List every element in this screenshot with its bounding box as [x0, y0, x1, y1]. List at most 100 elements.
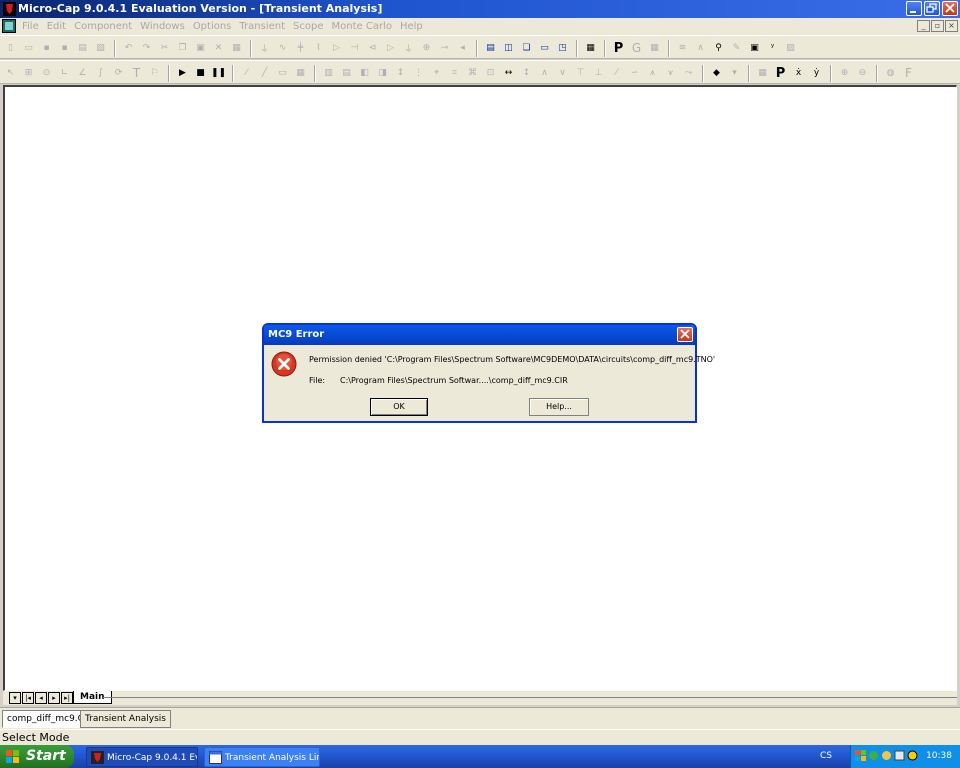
window-split-icon[interactable]: ◳ — [554, 40, 571, 57]
slope-icon[interactable]: ⁄ — [608, 65, 625, 82]
bus-mode-icon[interactable]: ∟ — [56, 65, 73, 82]
scale-icon[interactable]: ⁄ — [238, 65, 255, 82]
mdi-minimize-button[interactable]: _ — [917, 20, 930, 32]
cursor-icon[interactable]: ↕ — [392, 65, 409, 82]
zoom-box-icon[interactable]: ▨ — [782, 40, 799, 57]
globe-icon[interactable]: ◍ — [882, 65, 899, 82]
rows-icon[interactable]: ▤ — [338, 65, 355, 82]
mdi-restore-button[interactable]: ▫ — [931, 20, 944, 32]
p-mode-button[interactable]: P — [772, 65, 789, 82]
stop-icon[interactable]: ■ — [192, 65, 209, 82]
high-tag-icon[interactable]: ⊤ — [572, 65, 589, 82]
dropdown-arrow-icon[interactable]: ▾ — [726, 65, 743, 82]
xy-icon[interactable]: ʸ — [764, 40, 781, 57]
paste-icon[interactable]: ▣ — [192, 40, 209, 57]
start-button[interactable]: Start — [0, 745, 74, 768]
peak-tag-icon[interactable]: ∧ — [536, 65, 553, 82]
prev-sheet-button[interactable]: ◂ — [35, 692, 47, 704]
columns-icon[interactable]: ▥ — [320, 65, 337, 82]
tab-transient-analysis[interactable]: Transient Analysis — [80, 710, 171, 728]
peak-icon[interactable]: ∧ — [692, 40, 709, 57]
vertical-tag-icon[interactable]: ↕ — [518, 65, 535, 82]
curve-icon[interactable]: ∫ — [92, 65, 109, 82]
valley-tag-icon[interactable]: ∨ — [554, 65, 571, 82]
copy-icon[interactable]: ❐ — [174, 40, 191, 57]
menu-file[interactable]: File — [18, 21, 43, 32]
run-icon[interactable]: ▶ — [174, 65, 191, 82]
menu-component[interactable]: Component — [70, 21, 136, 32]
tag3-icon[interactable]: ⌘ — [464, 65, 481, 82]
probe-icon[interactable]: ⚲ — [710, 40, 727, 57]
antivirus-tray-icon[interactable] — [907, 750, 918, 761]
xy-scale2-icon[interactable]: ẏ — [808, 65, 825, 82]
inductor-icon[interactable]: ⌇ — [310, 40, 327, 57]
low-tag-icon[interactable]: ⊥ — [590, 65, 607, 82]
switch-icon[interactable]: ⊸ — [436, 40, 453, 57]
select-all-icon[interactable]: ▦ — [228, 40, 245, 57]
xy-scale-icon[interactable]: ẋ — [790, 65, 807, 82]
calculator-icon[interactable]: ▦ — [582, 40, 599, 57]
ok-button[interactable]: OK — [370, 398, 428, 416]
minimize-button[interactable] — [906, 1, 922, 16]
save-icon[interactable]: ▪ — [38, 40, 55, 57]
p-button[interactable]: P — [610, 40, 627, 57]
panel-icon[interactable]: ◧ — [356, 65, 373, 82]
restore-button[interactable] — [924, 1, 940, 16]
min-icon[interactable]: ⩛ — [662, 65, 679, 82]
last-sheet-button[interactable]: ▸| — [61, 692, 73, 704]
title-bar[interactable]: Micro-Cap 9.0.4.1 Evaluation Version - [… — [0, 0, 960, 18]
horizontal-scrollbar[interactable] — [103, 697, 957, 698]
palette-icon[interactable]: ◆ — [708, 65, 725, 82]
open-file-icon[interactable]: ▭ — [20, 40, 37, 57]
flag-tray-icon[interactable] — [855, 750, 866, 761]
frame-icon[interactable]: ▣ — [746, 40, 763, 57]
capacitor-icon[interactable]: ╪ — [292, 40, 309, 57]
waveform-icon[interactable]: ≋ — [674, 40, 691, 57]
tile-horizontal-icon[interactable]: ▤ — [482, 40, 499, 57]
sheet-menu-button[interactable]: ▾ — [9, 692, 21, 704]
taskbar-item-transient-limits[interactable]: Transient Analysis Limits — [204, 747, 320, 767]
auto-scale-icon[interactable]: ╱ — [256, 65, 273, 82]
delete-icon[interactable]: ✕ — [210, 40, 227, 57]
go-icon[interactable]: ⤳ — [680, 65, 697, 82]
next-sheet-button[interactable]: ▸ — [48, 692, 60, 704]
window-icon[interactable]: ▭ — [536, 40, 553, 57]
opamp-icon[interactable]: ▷ — [382, 40, 399, 57]
menu-windows[interactable]: Windows — [136, 21, 189, 32]
dialog-close-button[interactable] — [677, 327, 693, 342]
f-button[interactable]: F — [900, 65, 917, 82]
source-icon[interactable]: ⊕ — [418, 40, 435, 57]
point-tag-icon[interactable]: ⊡ — [482, 65, 499, 82]
cut-icon[interactable]: ✂ — [156, 40, 173, 57]
table-icon[interactable]: ▦ — [292, 65, 309, 82]
mdi-close-button[interactable]: × — [945, 20, 958, 32]
select-arrow-icon[interactable]: ↖ — [2, 65, 19, 82]
close-window-button[interactable] — [942, 1, 958, 16]
panel2-icon[interactable]: ◨ — [374, 65, 391, 82]
grid-icon[interactable]: ▦ — [646, 40, 663, 57]
box-icon[interactable]: ▭ — [274, 65, 291, 82]
junction-icon[interactable]: ◂ — [454, 40, 471, 57]
redo-icon[interactable]: ↷ — [138, 40, 155, 57]
document-icon[interactable] — [2, 19, 16, 33]
first-sheet-button[interactable]: |◂ — [22, 692, 34, 704]
resistor-icon[interactable]: ⏚ — [256, 40, 273, 57]
menu-scope[interactable]: Scope — [289, 21, 327, 32]
zoom-in-icon[interactable]: ⊕ — [836, 65, 853, 82]
menu-transient[interactable]: Transient — [235, 21, 289, 32]
numeric-icon[interactable]: ▦ — [754, 65, 771, 82]
transistor-icon[interactable]: ⊲ — [364, 40, 381, 57]
ground-icon[interactable]: ⏚ — [400, 40, 417, 57]
volume-tray-icon[interactable] — [894, 750, 905, 761]
g-button[interactable]: G — [628, 40, 645, 57]
tag-icon[interactable]: ⌖ — [428, 65, 445, 82]
pause-icon[interactable]: ❚❚ — [210, 65, 227, 82]
network-tray-icon[interactable] — [868, 750, 879, 761]
text-tool[interactable]: T — [128, 65, 145, 82]
inflection-icon[interactable]: ∽ — [626, 65, 643, 82]
flag-icon[interactable]: ⚐ — [146, 65, 163, 82]
new-file-icon[interactable]: ▯ — [2, 40, 19, 57]
menu-monte-carlo[interactable]: Monte Carlo — [328, 21, 396, 32]
menu-help[interactable]: Help — [396, 21, 427, 32]
component-mode-icon[interactable]: ⊞ — [20, 65, 37, 82]
